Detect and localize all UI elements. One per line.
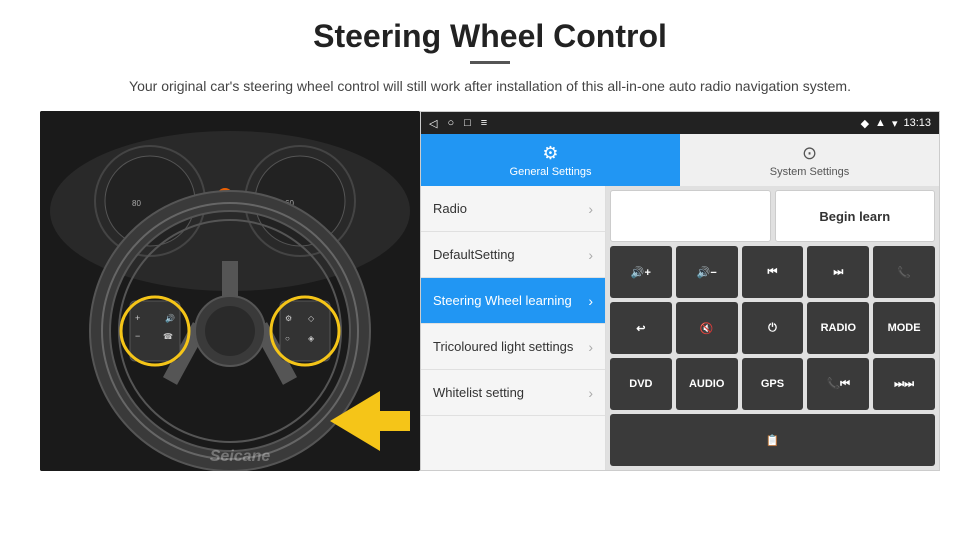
radio-button[interactable]: RADIO (807, 302, 869, 354)
svg-text:🔊: 🔊 (165, 313, 175, 323)
button-row-2: 🔊+ 🔊− ⏮ ⏭ 📞 (610, 246, 935, 298)
tab-system-label: System Settings (770, 166, 849, 178)
dvd-button[interactable]: DVD (610, 358, 672, 410)
audio-button[interactable]: AUDIO (676, 358, 738, 410)
nav-home-icon[interactable]: ○ (447, 117, 454, 129)
menu-arrow-tricoloured: › (588, 339, 593, 355)
svg-text:⚙: ⚙ (285, 314, 292, 323)
svg-text:○: ○ (285, 334, 290, 343)
menu-arrow-default: › (588, 247, 593, 263)
android-panel: ◁ ○ □ ≡ ◆ ▲ ▾ 13:13 ⚙ General Settings (420, 111, 940, 471)
left-menu: Radio › DefaultSetting › Steering Wheel … (421, 186, 606, 470)
button-row-4: DVD AUDIO GPS 📞⏮ ⏭⏭ (610, 358, 935, 410)
content-area: 80 60 + 🔊 − ☎ (40, 111, 940, 471)
title-divider (470, 61, 510, 64)
signal-icon: ▲ (875, 117, 886, 129)
status-time: 13:13 (903, 117, 931, 129)
radio-label: RADIO (821, 322, 856, 334)
page-wrapper: Steering Wheel Control Your original car… (0, 0, 980, 481)
phone-prev-button[interactable]: 📞⏮ (807, 358, 869, 410)
page-title: Steering Wheel Control (40, 18, 940, 55)
menu-item-default-label: DefaultSetting (433, 247, 588, 262)
status-bar: ◁ ○ □ ≡ ◆ ▲ ▾ 13:13 (421, 112, 939, 134)
tab-general-settings[interactable]: ⚙ General Settings (421, 134, 680, 186)
gps-button[interactable]: GPS (742, 358, 804, 410)
general-settings-icon: ⚙ (542, 143, 558, 164)
begin-learn-button[interactable]: Begin learn (775, 190, 936, 242)
gps-label: GPS (761, 378, 784, 390)
menu-arrow-radio: › (588, 201, 593, 217)
menu-item-default-setting[interactable]: DefaultSetting › (421, 232, 605, 278)
return-button[interactable]: ↩ (610, 302, 672, 354)
mute-icon: 🔇 (700, 322, 714, 335)
steering-wheel-image: 80 60 + 🔊 − ☎ (40, 111, 420, 471)
skip-forward-button[interactable]: ⏭⏭ (873, 358, 935, 410)
power-button[interactable]: ⏻ (742, 302, 804, 354)
vol-down-button[interactable]: 🔊− (676, 246, 738, 298)
system-settings-icon: ⊙ (802, 143, 817, 164)
vol-up-icon: 🔊+ (631, 266, 651, 279)
phone-button[interactable]: 📞 (873, 246, 935, 298)
vol-up-button[interactable]: 🔊+ (610, 246, 672, 298)
mute-button[interactable]: 🔇 (676, 302, 738, 354)
return-icon: ↩ (636, 322, 645, 335)
svg-text:◇: ◇ (308, 314, 315, 323)
prev-button[interactable]: ⏮ (742, 246, 804, 298)
phone-prev-icon: 📞⏮ (826, 377, 850, 391)
tab-system-settings[interactable]: ⊙ System Settings (680, 134, 939, 186)
mode-label: MODE (888, 322, 921, 334)
empty-field (610, 190, 771, 242)
wifi-icon: ▾ (892, 117, 898, 130)
status-bar-nav: ◁ ○ □ ≡ (429, 117, 487, 130)
page-subtitle: Your original car's steering wheel contr… (40, 76, 940, 97)
menu-item-tricoloured[interactable]: Tricoloured light settings › (421, 324, 605, 370)
right-buttons-panel: Begin learn 🔊+ 🔊− ⏮ (606, 186, 939, 470)
next-button[interactable]: ⏭ (807, 246, 869, 298)
svg-text:Seicane: Seicane (210, 448, 271, 465)
power-icon: ⏻ (768, 322, 777, 335)
vol-down-icon: 🔊− (697, 266, 717, 279)
button-row-1: Begin learn (610, 190, 935, 242)
nav-back-icon[interactable]: ◁ (429, 117, 437, 130)
next-icon: ⏭ (833, 266, 843, 279)
prev-icon: ⏮ (768, 266, 778, 279)
svg-text:◈: ◈ (308, 334, 315, 343)
menu-arrow-whitelist: › (588, 385, 593, 401)
menu-item-radio[interactable]: Radio › (421, 186, 605, 232)
status-bar-info: ◆ ▲ ▾ 13:13 (861, 117, 931, 130)
button-row-3: ↩ 🔇 ⏻ RADIO MODE (610, 302, 935, 354)
svg-text:☎: ☎ (163, 332, 173, 341)
svg-text:−: − (135, 331, 140, 341)
skip-forward-icon: ⏭⏭ (894, 378, 914, 391)
svg-text:+: + (135, 313, 140, 323)
audio-label: AUDIO (689, 378, 724, 390)
list-icon: 📋 (766, 434, 780, 447)
menu-item-tricoloured-label: Tricoloured light settings (433, 339, 588, 354)
menu-item-radio-label: Radio (433, 201, 588, 216)
mode-button[interactable]: MODE (873, 302, 935, 354)
svg-text:80: 80 (132, 199, 141, 208)
tab-general-label: General Settings (510, 166, 592, 178)
nav-recent-icon[interactable]: □ (464, 117, 471, 129)
phone-icon: 📞 (897, 266, 911, 279)
nav-menu-icon[interactable]: ≡ (481, 117, 487, 129)
button-row-5: 📋 (610, 414, 935, 466)
menu-item-whitelist[interactable]: Whitelist setting › (421, 370, 605, 416)
location-icon: ◆ (861, 117, 869, 130)
menu-buttons-area: Radio › DefaultSetting › Steering Wheel … (421, 186, 939, 470)
menu-item-whitelist-label: Whitelist setting (433, 385, 588, 400)
list-button[interactable]: 📋 (610, 414, 935, 466)
menu-item-steering-label: Steering Wheel learning (433, 293, 588, 308)
tab-bar: ⚙ General Settings ⊙ System Settings (421, 134, 939, 186)
menu-arrow-steering: › (588, 293, 593, 309)
menu-item-steering-wheel[interactable]: Steering Wheel learning › (421, 278, 605, 324)
dvd-label: DVD (629, 378, 652, 390)
